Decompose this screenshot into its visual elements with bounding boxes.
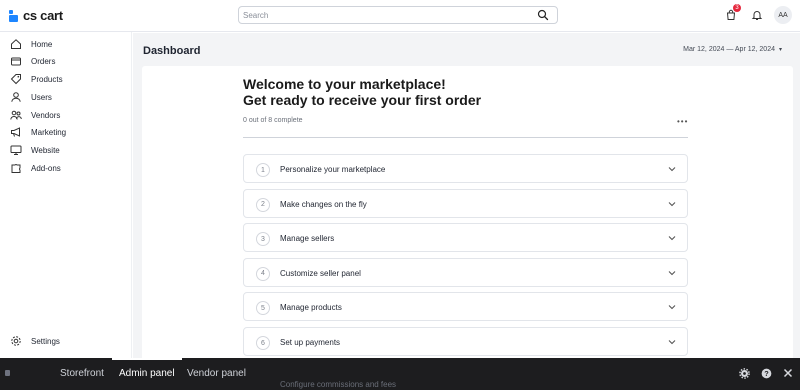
page-title: Dashboard	[143, 45, 201, 57]
bell-icon	[751, 11, 763, 20]
onboarding-step-2[interactable]: 2 Make changes on the fly	[243, 188, 688, 218]
chevron-down-icon[interactable]	[667, 337, 677, 347]
logo[interactable]: cs cart	[9, 8, 63, 23]
search-input[interactable]	[243, 9, 523, 22]
gear-icon[interactable]	[738, 367, 750, 379]
bottom-panel-switcher: Storefront Admin panel Vendor panel Conf…	[0, 358, 800, 390]
more-options-icon[interactable]: •••	[677, 118, 689, 126]
tag-icon	[10, 73, 22, 85]
sidebar-item-settings[interactable]: Settings	[10, 334, 60, 348]
sidebar-item-label: Add-ons	[31, 163, 61, 173]
chevron-down-icon[interactable]	[667, 302, 677, 312]
chevron-down-icon[interactable]	[667, 164, 677, 174]
sidebar-item-label: Users	[31, 92, 52, 102]
next-step-peek: Configure commissions and fees	[280, 380, 397, 389]
monitor-icon	[10, 144, 22, 156]
step-label: Set up payments	[280, 338, 341, 347]
top-bar: cs cart 3 AA	[0, 0, 800, 32]
onboarding-step-5[interactable]: 5 Manage products	[243, 292, 688, 322]
megaphone-icon	[10, 126, 22, 138]
sidebar-item-label: Orders	[31, 56, 56, 66]
step-label: Manage sellers	[280, 234, 335, 244]
tab-admin-panel[interactable]: Admin panel	[119, 368, 175, 379]
step-number: 2	[256, 197, 270, 212]
bottom-logo	[5, 367, 45, 379]
help-icon[interactable]: ?	[760, 367, 772, 379]
sidebar-item-label: Settings	[31, 336, 60, 346]
step-label: Personalize your marketplace	[280, 165, 386, 174]
chevron-down-icon[interactable]	[667, 233, 677, 243]
caret-down-icon: ▾	[778, 47, 782, 53]
sidebar-item-users[interactable]: Users	[10, 90, 52, 104]
puzzle-icon	[10, 162, 22, 174]
active-tab-indicator	[112, 358, 182, 360]
vendors-icon	[10, 109, 22, 121]
search-icon[interactable]	[537, 9, 549, 21]
onboarding-panel: Welcome to your marketplace! Get ready t…	[142, 66, 793, 366]
sidebar-item-add-ons[interactable]: Add-ons	[10, 161, 61, 175]
step-label: Customize seller panel	[280, 268, 361, 278]
svg-text:?: ?	[764, 368, 769, 377]
onboarding-step-4[interactable]: 4 Customize seller panel	[243, 257, 688, 287]
progress-text: 0 out of 8 complete	[243, 117, 303, 124]
chevron-down-icon[interactable]	[667, 268, 677, 278]
sidebar-item-vendors[interactable]: Vendors	[10, 108, 60, 122]
logo-text: cs cart	[23, 8, 63, 23]
onboarding-step-6[interactable]: 6 Set up payments	[243, 327, 688, 356]
notifications-button[interactable]: 3	[722, 4, 741, 24]
welcome-subtitle: Get ready to receive your first order	[243, 92, 482, 108]
avatar[interactable]: AA	[774, 6, 792, 24]
date-range-label: Mar 12, 2024 — Apr 12, 2024	[683, 46, 775, 53]
progress-bar	[243, 137, 688, 138]
cs-cart-mini-icon	[5, 370, 10, 376]
chevron-down-icon[interactable]	[667, 199, 677, 209]
sidebar-item-marketing[interactable]: Marketing	[10, 125, 66, 139]
close-icon[interactable]	[782, 367, 794, 379]
notification-badge: 3	[733, 4, 741, 12]
step-number: 6	[256, 336, 270, 350]
sidebar-item-label: Products	[31, 74, 63, 84]
user-icon	[10, 91, 22, 103]
gear-icon	[10, 335, 22, 347]
orders-icon	[10, 55, 22, 67]
step-number: 1	[256, 163, 270, 177]
step-number: 3	[256, 232, 270, 247]
step-number: 5	[256, 301, 270, 316]
step-label: Manage products	[280, 303, 342, 313]
onboarding-step-3[interactable]: 3 Manage sellers	[243, 223, 688, 253]
sidebar-item-website[interactable]: Website	[10, 143, 60, 157]
sidebar-item-label: Marketing	[31, 127, 67, 137]
onboarding-step-1[interactable]: 1 Personalize your marketplace	[243, 154, 688, 183]
tab-vendor-panel[interactable]: Vendor panel	[187, 368, 246, 379]
date-range-picker[interactable]: Mar 12, 2024 — Apr 12, 2024 ▾	[683, 46, 782, 53]
sidebar: Home Orders Products Users Vendors Marke…	[0, 32, 132, 358]
sidebar-item-label: Home	[31, 39, 53, 49]
sidebar-item-label: Vendors	[31, 110, 61, 120]
step-label: Make changes on the fly	[280, 199, 367, 209]
search-box	[238, 6, 558, 24]
sidebar-item-orders[interactable]: Orders	[10, 54, 55, 68]
home-icon	[10, 38, 22, 50]
sidebar-item-label: Website	[31, 145, 60, 155]
tab-storefront[interactable]: Storefront	[60, 368, 104, 379]
step-number: 4	[256, 266, 270, 281]
sidebar-item-products[interactable]: Products	[10, 72, 63, 86]
main-content: Dashboard Mar 12, 2024 — Apr 12, 2024 ▾ …	[133, 33, 800, 366]
alerts-button[interactable]	[748, 6, 766, 24]
welcome-title: Welcome to your marketplace!	[243, 76, 446, 92]
logo-mark-icon	[9, 9, 19, 22]
sidebar-item-home[interactable]: Home	[10, 37, 52, 51]
